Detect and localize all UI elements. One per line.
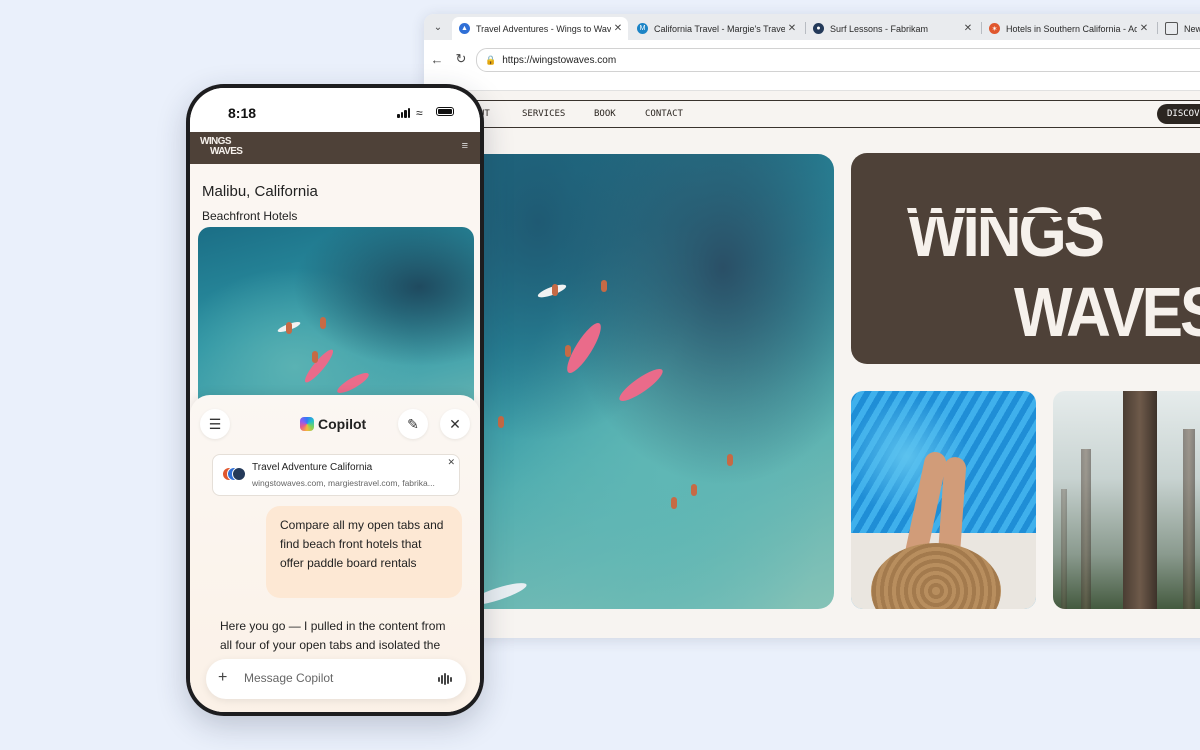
assistant-message: Here you go — I pulled in the content fr… xyxy=(220,619,446,652)
url-text: https://wingstowaves.com xyxy=(502,54,617,66)
tab-california-travel[interactable]: M California Travel - Margie's Travel ✕ xyxy=(630,17,802,40)
message-composer[interactable]: + Message Copilot xyxy=(206,659,466,699)
nav-link-book[interactable]: BOOK xyxy=(594,109,616,119)
voice-icon[interactable] xyxy=(438,673,452,685)
url-input[interactable]: 🔒 https://wingstowaves.com xyxy=(476,48,1200,72)
close-tab-icon[interactable]: ✕ xyxy=(961,23,975,34)
tab-bar: ⌄ ▲ Travel Adventures - Wings to Waves ✕… xyxy=(424,14,1200,40)
site-favicon-icon: ▲ xyxy=(459,23,470,34)
status-bar: 8:18 ≈ xyxy=(190,88,480,132)
tune-icon[interactable]: ≡ xyxy=(462,140,468,152)
brand-logo-card: WINGS WAVES xyxy=(851,153,1200,364)
pool-image xyxy=(851,391,1036,609)
location-title: Malibu, California xyxy=(202,183,318,200)
close-tab-icon[interactable]: ✕ xyxy=(611,23,625,34)
site-favicon-icon: M xyxy=(637,23,648,34)
signal-icon xyxy=(397,108,411,118)
context-card[interactable]: Travel Adventure California wingstowaves… xyxy=(212,454,460,496)
brand-logo-line1: WINGS xyxy=(907,194,1105,272)
status-time: 8:18 xyxy=(228,105,257,121)
close-tab-icon[interactable]: ✕ xyxy=(1137,23,1151,34)
plus-icon[interactable]: + xyxy=(218,669,227,687)
user-message: Compare all my open tabs and find beach … xyxy=(266,506,462,598)
site-favicon-icon: ✶ xyxy=(989,23,1000,34)
close-icon[interactable]: ✕ xyxy=(440,409,470,439)
hero-image-surfers xyxy=(464,154,834,609)
tab-new-tab[interactable]: New T xyxy=(1158,17,1200,40)
reload-icon[interactable]: ↻ xyxy=(452,50,470,68)
tab-surf-lessons[interactable]: ● Surf Lessons - Fabrikam ✕ xyxy=(806,17,978,40)
phone-device: 8:18 ≈ WINGS WAVES ≡ Malibu, California … xyxy=(186,84,484,716)
new-tab-icon xyxy=(1165,22,1178,35)
address-bar-row: ← ↻ 🔒 https://wingstowaves.com xyxy=(424,40,1200,91)
new-chat-icon[interactable]: ✎ xyxy=(398,409,428,439)
site-navigation: UT SERVICES BOOK CONTACT DISCOVE xyxy=(424,100,1200,128)
context-card-sources: wingstowaves.com, margiestravel.com, fab… xyxy=(252,478,435,488)
site-logo[interactable]: WINGS WAVES xyxy=(200,137,243,157)
forest-image xyxy=(1053,391,1200,609)
nav-link-services[interactable]: SERVICES xyxy=(522,109,565,119)
copilot-header: Copilot xyxy=(300,416,366,432)
site-app-bar: WINGS WAVES ≡ xyxy=(190,132,480,164)
tab-hotels-southern-california[interactable]: ✶ Hotels in Southern California - Ad ✕ xyxy=(982,17,1154,40)
close-context-icon[interactable]: ✕ xyxy=(447,457,455,468)
copilot-logo-icon xyxy=(300,417,314,431)
close-tab-icon[interactable]: ✕ xyxy=(785,23,799,34)
wifi-icon: ≈ xyxy=(416,106,423,120)
phone-screen: 8:18 ≈ WINGS WAVES ≡ Malibu, California … xyxy=(190,88,480,712)
site-favicon-icon: ● xyxy=(813,23,824,34)
discover-button[interactable]: DISCOVE xyxy=(1157,104,1200,124)
battery-icon xyxy=(436,107,454,116)
tab-travel-adventures[interactable]: ▲ Travel Adventures - Wings to Waves ✕ xyxy=(452,17,628,40)
location-subtitle: Beachfront Hotels xyxy=(202,209,298,223)
message-input[interactable]: Message Copilot xyxy=(244,671,333,685)
tab-dropdown-icon[interactable]: ⌄ xyxy=(428,18,448,36)
context-card-title: Travel Adventure California xyxy=(252,462,373,473)
brand-logo-line2: WAVES xyxy=(1014,274,1200,352)
browser-window: ⌄ ▲ Travel Adventures - Wings to Waves ✕… xyxy=(424,14,1200,638)
menu-icon[interactable]: ☰ xyxy=(200,409,230,439)
source-favicons-icon xyxy=(222,467,246,481)
back-icon[interactable]: ← xyxy=(428,50,446,68)
lock-icon: 🔒 xyxy=(485,54,497,65)
copilot-panel: ☰ Copilot ✎ ✕ Travel Adventure Californi… xyxy=(190,395,480,712)
nav-link-contact[interactable]: CONTACT xyxy=(645,109,683,119)
